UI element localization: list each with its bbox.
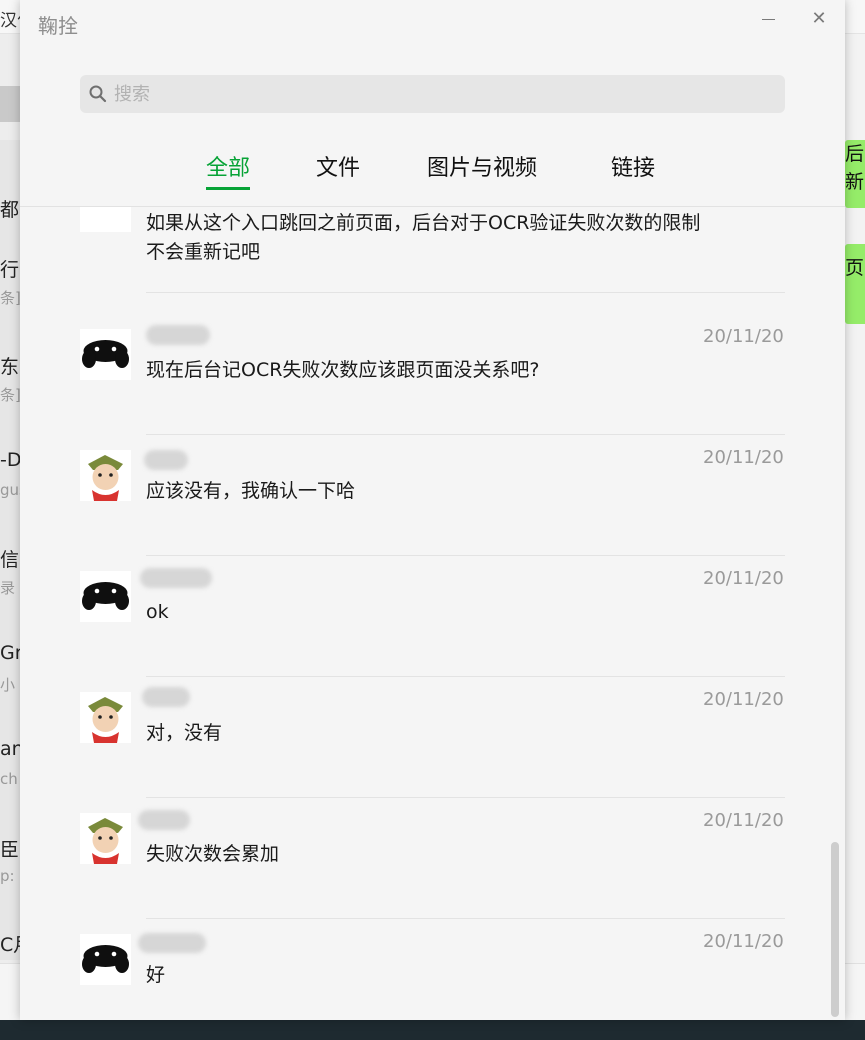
result-message-text: 应该没有，我确认一下哈 xyxy=(146,480,356,502)
result-message-text: 现在后台记OCR失败次数应该跟页面没关系吧? xyxy=(146,359,540,381)
tab-bar: 全部 文件 图片与视频 链接 xyxy=(20,150,845,190)
background-list-item[interactable]: an ch xyxy=(0,738,20,788)
result-divider xyxy=(146,292,785,293)
search-input[interactable] xyxy=(114,75,774,113)
background-list-item-subtitle: p: xyxy=(0,867,15,885)
search-box[interactable] xyxy=(80,75,785,113)
background-list-item-title: 行 xyxy=(0,259,20,281)
background-selected-item[interactable] xyxy=(0,86,20,122)
result-date: 20/11/20 xyxy=(703,931,784,952)
background-list-item-subtitle: 录 xyxy=(0,579,16,597)
result-item[interactable]: 如果从这个入口跳回之前页面，后台对于OCR验证失败次数的限制不会重新记吧 xyxy=(20,207,845,293)
result-message-text: 对，没有 xyxy=(146,722,223,744)
sender-name-blurred xyxy=(144,450,188,470)
result-item[interactable]: 20/11/20 现在后台记OCR失败次数应该跟页面没关系吧? xyxy=(20,314,845,435)
background-list-item[interactable]: C月 xyxy=(0,930,20,956)
background-list-item-title: Gre xyxy=(0,642,20,664)
sender-name-blurred xyxy=(138,810,190,830)
dialog-title: 鞠拴 xyxy=(38,14,78,38)
sender-name-blurred xyxy=(138,933,206,953)
result-item[interactable]: 20/11/20 对，没有 xyxy=(20,677,845,798)
gamepad-avatar xyxy=(80,571,131,622)
background-list-item-title: 信 xyxy=(0,549,20,571)
tab-files[interactable]: 文件 xyxy=(316,150,360,190)
close-icon[interactable]: ✕ xyxy=(808,8,830,30)
result-date: 20/11/20 xyxy=(703,689,784,710)
tab-all[interactable]: 全部 xyxy=(206,150,251,190)
background-list-item-subtitle: 条] xyxy=(0,386,20,404)
background-list-item-subtitle: ch xyxy=(0,770,18,788)
taskbar xyxy=(0,1020,865,1040)
result-message-text: 失败次数会累加 xyxy=(146,843,280,865)
sender-name-blurred xyxy=(142,687,190,707)
minimize-icon[interactable] xyxy=(758,8,780,30)
background-message-bubble: 页面 xyxy=(845,244,865,324)
background-list-item-title: C月 xyxy=(0,934,20,956)
background-list-item[interactable]: 都 xyxy=(0,195,20,221)
cartoon-avatar xyxy=(80,692,131,743)
background-list-item-subtitle: 小 xyxy=(0,676,16,694)
search-icon xyxy=(89,85,107,103)
result-message-text: 如果从这个入口跳回之前页面，后台对于OCR验证失败次数的限制不会重新记吧 xyxy=(146,212,701,263)
background-list-item-subtitle: gus xyxy=(0,481,20,499)
background-list-item[interactable]: -D gus xyxy=(0,449,20,499)
results-scrollbar[interactable] xyxy=(831,842,839,1017)
gamepad-avatar xyxy=(80,934,131,985)
background-list-item-title: 都 xyxy=(0,199,20,221)
search-results-list[interactable]: 如果从这个入口跳回之前页面，后台对于OCR验证失败次数的限制不会重新记吧 20/… xyxy=(20,207,845,1020)
background-list-item[interactable]: 东 条] xyxy=(0,352,20,405)
result-message-text: 好 xyxy=(146,964,166,986)
active-tab-indicator xyxy=(206,187,251,190)
result-message-text: ok xyxy=(146,601,169,623)
background-list-item-title: an xyxy=(0,738,20,760)
result-date: 20/11/20 xyxy=(703,447,784,468)
result-item[interactable]: 20/11/20 ok xyxy=(20,556,845,677)
background-list-item-title: -D xyxy=(0,449,20,471)
background-list-item[interactable]: 臣 p: xyxy=(0,835,20,885)
sender-name-blurred xyxy=(140,568,212,588)
avatar xyxy=(80,207,131,232)
background-message-bubble: 后台 新 xyxy=(845,140,865,208)
tab-links[interactable]: 链接 xyxy=(611,150,655,190)
tab-links-label: 链接 xyxy=(611,156,656,181)
result-date: 20/11/20 xyxy=(703,326,784,347)
result-item[interactable]: 20/11/20 失败次数会累加 xyxy=(20,798,845,919)
cartoon-avatar xyxy=(80,813,131,864)
result-item[interactable]: 20/11/20 好 xyxy=(20,919,845,1020)
gamepad-avatar xyxy=(80,329,131,380)
chat-history-dialog: 鞠拴 ✕ 全部 文件 图片与视频 链接 如果从这个入口跳回之前页面，后台对于OC… xyxy=(20,0,845,1020)
tab-all-label: 全部 xyxy=(206,156,251,181)
result-date: 20/11/20 xyxy=(703,810,784,831)
background-list-item-title: 东 xyxy=(0,356,20,378)
background-list-item[interactable]: 信 录 xyxy=(0,545,20,598)
background-list-item[interactable]: 行 条] xyxy=(0,255,20,308)
background-chat-area: 后台 新 页面 xyxy=(845,34,865,964)
background-list-item-title: 臣 xyxy=(0,839,20,861)
sender-name-blurred xyxy=(146,325,210,345)
tab-images-videos[interactable]: 图片与视频 xyxy=(427,150,537,190)
result-date: 20/11/20 xyxy=(703,568,784,589)
cartoon-avatar xyxy=(80,450,131,501)
tab-files-label: 文件 xyxy=(316,156,361,181)
result-item[interactable]: 20/11/20 应该没有，我确认一下哈 xyxy=(20,435,845,556)
tab-images-videos-label: 图片与视频 xyxy=(427,156,538,181)
background-list-item-subtitle: 条] xyxy=(0,289,20,307)
background-list-item[interactable]: Gre 小 xyxy=(0,642,20,695)
